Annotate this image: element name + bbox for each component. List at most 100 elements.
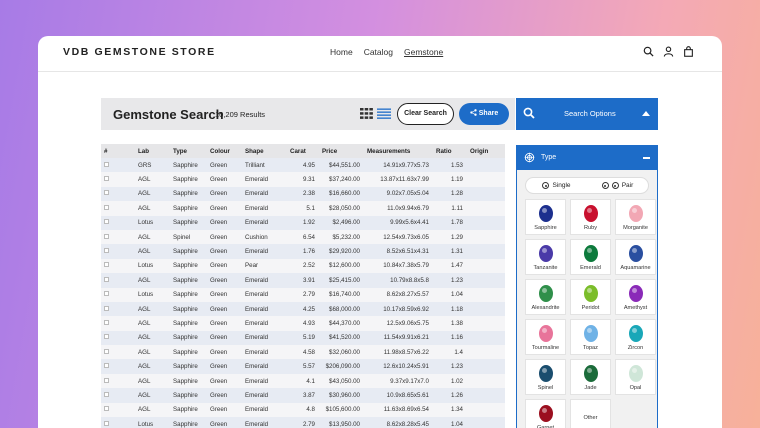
- table-row[interactable]: AGL Sapphire Green Emerald 3.91 $25,415.00 10.…: [101, 273, 505, 288]
- gem-type-amethyst[interactable]: Amethyst: [615, 279, 656, 315]
- row-checkbox[interactable]: [104, 219, 109, 225]
- table-row[interactable]: AGL Sapphire Green Emerald 2.38 $16,660.00 9.0…: [101, 186, 505, 202]
- row-checkbox[interactable]: [104, 363, 109, 369]
- row-checkbox[interactable]: [104, 161, 109, 167]
- pair-radio-icon: [601, 182, 609, 189]
- row-checkbox[interactable]: [104, 334, 109, 340]
- table-row[interactable]: AGL Sapphire Green Emerald 5.1 $28,050.00 11.0…: [101, 201, 505, 216]
- row-checkbox[interactable]: [104, 377, 109, 383]
- row-checkbox[interactable]: [104, 348, 109, 354]
- col-header[interactable]: Carat: [287, 144, 319, 158]
- nav-gemstone[interactable]: Gemstone: [404, 47, 443, 57]
- share-button[interactable]: Share: [459, 103, 509, 125]
- gem-type-alexandrite[interactable]: Alexandrite: [525, 279, 566, 315]
- table-row[interactable]: AGL Spinel Green Cushion 6.54 $5,232.00 12.54x…: [101, 229, 505, 245]
- store-logo[interactable]: VDB GEMSTONE STORE: [63, 46, 216, 58]
- table-row[interactable]: AGL Sapphire Green Emerald 4.8 $105,600.00 11.…: [101, 402, 505, 418]
- user-icon[interactable]: [663, 46, 674, 57]
- row-checkbox[interactable]: [104, 420, 109, 426]
- clear-search-button[interactable]: Clear Search: [397, 103, 454, 125]
- nav-catalog[interactable]: Catalog: [364, 47, 393, 57]
- table-row[interactable]: AGL Sapphire Green Emerald 4.1 $43,050.00 9.37…: [101, 373, 505, 389]
- table-cell: AGL: [135, 345, 170, 360]
- results-table: # Lab Type Colour Shape Carat Price Meas…: [101, 144, 505, 428]
- table-row[interactable]: Lotus Sapphire Green Pear 2.52 $12,600.00 10.8…: [101, 258, 505, 274]
- table-cell: [467, 172, 505, 187]
- gem-type-spinel[interactable]: Spinel: [525, 359, 566, 395]
- table-row[interactable]: AGL Sapphire Green Emerald 9.31 $37,240.00 13.…: [101, 172, 505, 187]
- type-filter-header[interactable]: Type: [517, 146, 657, 170]
- table-row[interactable]: Lotus Sapphire Green Emerald 1.92 $2,496.00 9.…: [101, 215, 505, 230]
- row-checkbox[interactable]: [104, 190, 109, 196]
- table-cell: $25,415.00: [319, 273, 364, 288]
- nav-home[interactable]: Home: [330, 47, 353, 57]
- search-icon[interactable]: [643, 46, 654, 57]
- list-view-icon[interactable]: [377, 108, 391, 119]
- gem-type-emerald[interactable]: Emerald: [570, 239, 611, 275]
- gem-type-topaz[interactable]: Topaz: [570, 319, 611, 355]
- pair-option[interactable]: Pair: [587, 178, 648, 193]
- table-cell: 2.38: [287, 186, 319, 202]
- table-cell: Green: [207, 287, 242, 302]
- table-cell: 1.28: [433, 186, 467, 202]
- table-row[interactable]: Lotus Sapphire Green Emerald 2.79 $13,950.00 8…: [101, 417, 505, 428]
- table-row[interactable]: AGL Sapphire Green Emerald 5.57 $206,090.00 12…: [101, 359, 505, 374]
- row-checkbox[interactable]: [104, 176, 109, 182]
- table-row[interactable]: AGL Sapphire Green Emerald 4.58 $32,060.00 11.…: [101, 345, 505, 360]
- table-cell: AGL: [135, 330, 170, 346]
- row-checkbox-cell: [101, 158, 135, 173]
- col-header[interactable]: Price: [319, 144, 364, 158]
- table-cell: Green: [207, 158, 242, 173]
- table-cell: [467, 316, 505, 331]
- row-checkbox[interactable]: [104, 276, 109, 282]
- gem-type-garnet[interactable]: Garnet: [525, 399, 566, 428]
- gem-type-label: Amethyst: [623, 305, 648, 311]
- gem-type-morganite[interactable]: Morganite: [615, 199, 656, 235]
- gem-type-sapphire[interactable]: Sapphire: [525, 199, 566, 235]
- gem-type-ruby[interactable]: Ruby: [570, 199, 611, 235]
- gem-type-other[interactable]: Other: [570, 399, 611, 428]
- col-header[interactable]: #: [101, 144, 135, 158]
- table-cell: Green: [207, 273, 242, 288]
- row-checkbox[interactable]: [104, 391, 109, 397]
- row-checkbox-cell: [101, 287, 135, 302]
- gem-type-tourmaline[interactable]: Tourmaline: [525, 319, 566, 355]
- gem-type-peridot[interactable]: Peridot: [570, 279, 611, 315]
- gem-type-tanzanite[interactable]: Tanzanite: [525, 239, 566, 275]
- table-row[interactable]: AGL Sapphire Green Emerald 1.76 $29,920.00 8.5…: [101, 244, 505, 259]
- search-options-toggle[interactable]: Search Options: [516, 98, 658, 130]
- col-header[interactable]: Lab: [135, 144, 170, 158]
- col-header[interactable]: Ratio: [433, 144, 467, 158]
- grid-view-icon[interactable]: [360, 108, 373, 119]
- table-cell: Cushion: [242, 229, 287, 245]
- table-cell: [467, 215, 505, 230]
- cart-icon[interactable]: [683, 46, 694, 57]
- single-option[interactable]: Single: [526, 178, 587, 193]
- row-checkbox[interactable]: [104, 262, 109, 268]
- table-cell: $5,232.00: [319, 229, 364, 245]
- gem-type-aquamarine[interactable]: Aquamarine: [615, 239, 656, 275]
- table-cell: Lotus: [135, 287, 170, 302]
- row-checkbox[interactable]: [104, 233, 109, 239]
- row-checkbox[interactable]: [104, 305, 109, 311]
- col-header[interactable]: Measurements: [364, 144, 433, 158]
- row-checkbox[interactable]: [104, 204, 109, 210]
- row-checkbox[interactable]: [104, 406, 109, 412]
- gem-type-opal[interactable]: Opal: [615, 359, 656, 395]
- gem-type-zircon[interactable]: Zircon: [615, 319, 656, 355]
- table-cell: 1.47: [433, 258, 467, 274]
- col-header[interactable]: Type: [170, 144, 207, 158]
- table-row[interactable]: AGL Sapphire Green Emerald 4.25 $68,000.00 10.…: [101, 301, 505, 317]
- col-header[interactable]: Shape: [242, 144, 287, 158]
- col-header[interactable]: Origin: [467, 144, 505, 158]
- row-checkbox[interactable]: [104, 248, 109, 254]
- col-header[interactable]: Colour: [207, 144, 242, 158]
- row-checkbox[interactable]: [104, 319, 109, 325]
- table-row[interactable]: AGL Sapphire Green Emerald 3.87 $30,960.00 10.…: [101, 388, 505, 403]
- table-row[interactable]: Lotus Sapphire Green Emerald 2.79 $16,740.00 8…: [101, 287, 505, 302]
- gem-type-jade[interactable]: Jade: [570, 359, 611, 395]
- table-row[interactable]: AGL Sapphire Green Emerald 4.93 $44,370.00 12.…: [101, 316, 505, 331]
- table-row[interactable]: AGL Sapphire Green Emerald 5.19 $41,520.00 11.…: [101, 330, 505, 346]
- table-row[interactable]: GRS Sapphire Green Trilliant 4.95 $44,551.00 1…: [101, 158, 505, 173]
- row-checkbox[interactable]: [104, 291, 109, 297]
